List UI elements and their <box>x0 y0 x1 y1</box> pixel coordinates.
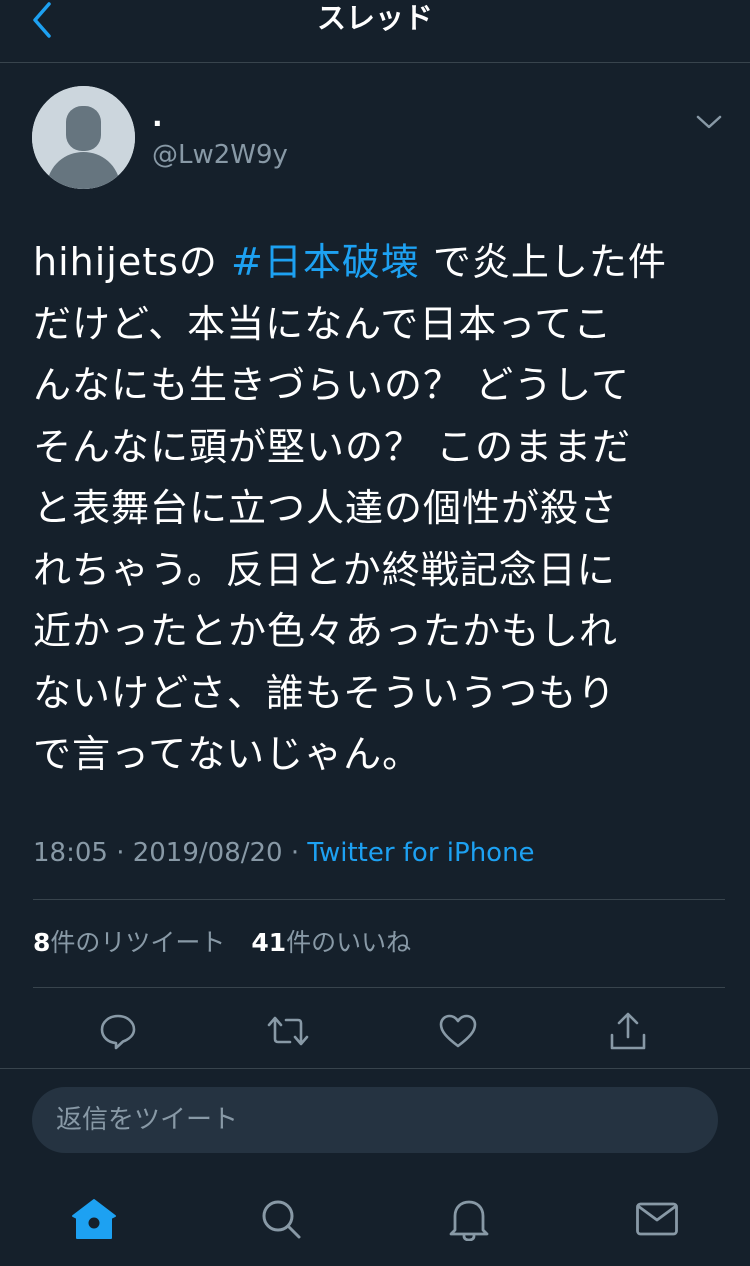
page-title: スレッド <box>316 1 433 35</box>
nav-header: スレッド <box>0 0 750 63</box>
tab-messages[interactable] <box>632 1194 682 1244</box>
tab-search[interactable] <box>256 1194 306 1244</box>
share-button[interactable] <box>606 1009 650 1053</box>
reply-button[interactable] <box>96 1009 140 1053</box>
share-icon <box>610 1012 646 1050</box>
retweets-stat[interactable]: 8件のリツイート <box>33 925 225 961</box>
tweet-menu-button[interactable] <box>692 108 726 136</box>
hashtag-link[interactable]: #日本破壊 <box>231 240 420 284</box>
tweet-actions <box>0 1005 750 1057</box>
reply-icon <box>100 1014 136 1050</box>
chevron-down-icon <box>696 115 722 129</box>
retweet-icon <box>267 1016 309 1046</box>
bottom-tab-bar <box>0 1180 750 1266</box>
likes-count: 41 <box>251 928 287 957</box>
divider <box>33 987 725 988</box>
retweet-button[interactable] <box>266 1009 310 1053</box>
divider <box>33 899 725 900</box>
likes-label: 件のいいね <box>286 928 412 957</box>
tab-home[interactable] <box>69 1194 119 1244</box>
likes-stat[interactable]: 41件のいいね <box>251 925 411 961</box>
tweet-text-before: hihijetsの <box>33 240 231 284</box>
tweet-text: hihijetsの #日本破壊 で炎上した件 だけど、本当になんで日本ってこ ん… <box>33 232 723 786</box>
thread-screen: スレッド . @Lw2W9y hihijetsの #日本破壊 で炎上した件 だけ… <box>0 0 750 1266</box>
reply-input[interactable]: 返信をツイート <box>32 1087 718 1153</box>
notifications-icon <box>449 1200 489 1241</box>
home-icon <box>72 1199 116 1239</box>
user-handle[interactable]: @Lw2W9y <box>152 139 288 171</box>
source-link[interactable]: Twitter for iPhone <box>307 838 534 868</box>
like-icon <box>439 1014 477 1048</box>
tweet-text-after: で炎上した件 だけど、本当になんで日本ってこ んなにも生きづらいの？ どうして … <box>33 240 667 776</box>
like-button[interactable] <box>436 1009 480 1053</box>
tweet-timestamp: 18:05 · 2019/08/20 · <box>33 838 308 868</box>
reply-placeholder: 返信をツイート <box>56 1105 239 1135</box>
avatar[interactable] <box>32 86 135 189</box>
search-icon <box>262 1200 301 1239</box>
tweet-meta: 18:05 · 2019/08/20 · Twitter for iPhone <box>33 835 535 871</box>
messages-icon <box>636 1202 678 1236</box>
tweet-stats: 8件のリツイート 41件のいいね <box>33 925 411 961</box>
tab-notifications[interactable] <box>444 1194 494 1244</box>
default-avatar-icon <box>32 86 135 189</box>
retweets-count: 8 <box>33 928 51 957</box>
retweets-label: 件のリツイート <box>50 928 226 957</box>
reply-bar: 返信をツイート <box>0 1068 750 1169</box>
display-name[interactable]: . <box>152 100 163 134</box>
